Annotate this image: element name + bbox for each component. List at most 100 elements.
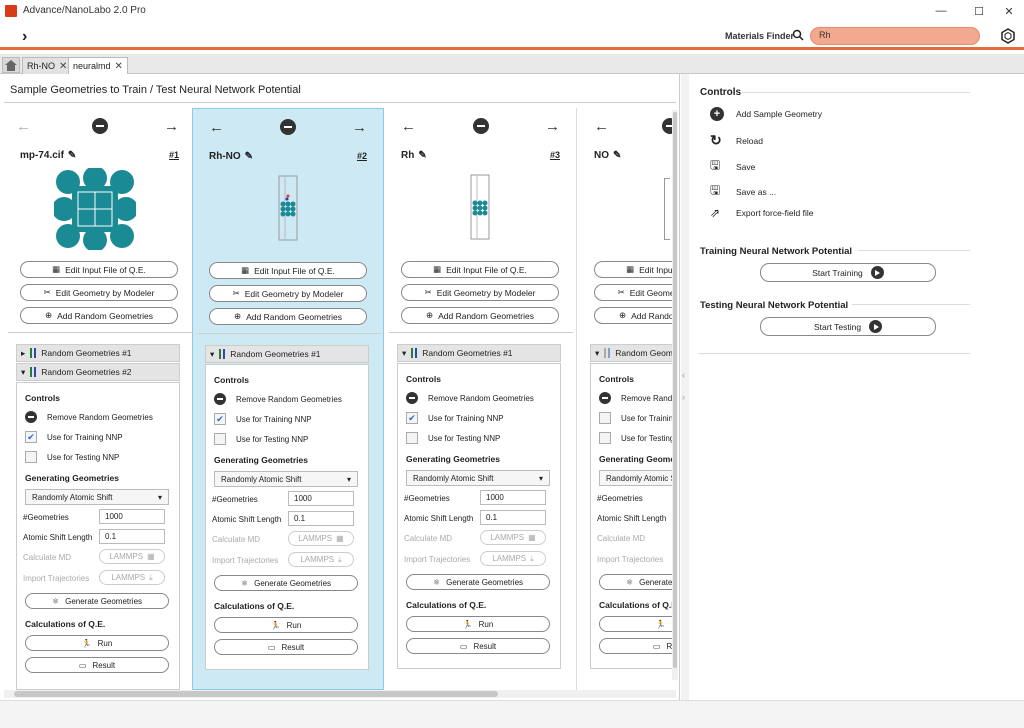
chevron-left-icon[interactable]: ‹: [682, 370, 685, 380]
move-left-arrow-icon[interactable]: ←: [401, 118, 416, 135]
result-button[interactable]: ▭Result: [406, 638, 550, 654]
edit-geometry-button[interactable]: ✂ Edit Geometry by Modeler: [209, 285, 367, 302]
lammps-calculate-button[interactable]: LAMMPS ▦: [99, 549, 165, 564]
checkbox-unchecked-icon[interactable]: [406, 432, 418, 444]
remove-geometry-icon[interactable]: [280, 119, 296, 135]
lammps-import-button[interactable]: LAMMPS ⤓: [288, 552, 354, 567]
remove-geometry-icon[interactable]: [472, 118, 489, 134]
shift-length-input[interactable]: 0.1: [480, 510, 546, 525]
panel-splitter[interactable]: ‹ ›: [681, 74, 689, 700]
edit-input-file-button[interactable]: ▦ Edit Input File of Q.E.: [594, 261, 672, 278]
n-geometries-input[interactable]: 1000: [288, 491, 354, 506]
generation-method-select[interactable]: Randomly Atomic Shift ▾: [25, 489, 169, 505]
generate-geometries-button[interactable]: ⚛ Generate Geometries: [214, 575, 358, 591]
random-geometries-1-header[interactable]: ▸ Random Geometries #1: [16, 344, 180, 362]
edit-geometry-button[interactable]: ✂ Edit Geometry by Modeler: [401, 284, 559, 301]
start-training-button[interactable]: Start Training: [760, 263, 936, 282]
random-geometries-1-header[interactable]: ▾ Random Geometries #1: [205, 345, 369, 363]
move-right-arrow-icon[interactable]: →: [545, 118, 560, 135]
lammps-calculate-button[interactable]: LAMMPS ▦: [288, 531, 354, 546]
shift-length-input[interactable]: 0.1: [99, 529, 165, 544]
edit-input-file-button[interactable]: ▦ Edit Input File of Q.E.: [209, 262, 367, 279]
remove-random-geometries-row[interactable]: Remove Random Geometries: [406, 392, 534, 404]
lammps-import-button[interactable]: LAMMPS ⤓: [99, 570, 165, 585]
use-training-checkbox[interactable]: ✔ Use for Training NNP: [406, 412, 504, 424]
generate-geometries-button[interactable]: ⚛ Generate Geometries: [406, 574, 550, 590]
chevron-right-icon[interactable]: ›: [682, 392, 685, 402]
remove-random-geometries-row[interactable]: Remove Random Geometries: [214, 393, 342, 405]
move-right-arrow-icon[interactable]: →: [164, 118, 179, 135]
checkbox-unchecked-icon[interactable]: [25, 451, 37, 463]
checkbox-checked-icon[interactable]: ✔: [406, 412, 418, 424]
sidebar-toggle-button[interactable]: ›: [22, 28, 27, 46]
save-as-item[interactable]: 🖫 Save as ...: [710, 181, 776, 202]
edit-input-file-button[interactable]: ▦ Edit Input File of Q.E.: [401, 261, 559, 278]
geometry-number[interactable]: #1: [169, 150, 179, 160]
edit-icon[interactable]: ✎: [418, 150, 426, 161]
use-training-checkbox[interactable]: ✔ Use for Training NNP: [214, 413, 312, 425]
export-force-field-item[interactable]: ⇗ Export force-field file: [710, 206, 813, 220]
generate-geometries-button[interactable]: ⚛ Generate Geometries: [25, 593, 169, 609]
checkbox-unchecked-icon[interactable]: [599, 412, 611, 424]
run-button[interactable]: 🏃Run: [25, 635, 169, 651]
checkbox-unchecked-icon[interactable]: [599, 432, 611, 444]
n-geometries-input[interactable]: 1000: [99, 509, 165, 524]
result-button[interactable]: ▭Result: [214, 639, 358, 655]
remove-random-geometries-row[interactable]: Remove Random Geometries: [599, 392, 672, 404]
use-training-checkbox[interactable]: ✔ Use for Training NNP: [25, 431, 123, 443]
geometry-number[interactable]: #3: [550, 150, 560, 160]
tab-rh-no[interactable]: Rh-NO ✕: [22, 57, 73, 74]
use-training-checkbox[interactable]: Use for Training NNP: [599, 412, 672, 424]
use-testing-checkbox[interactable]: Use for Testing NNP: [406, 432, 500, 444]
move-left-arrow-icon[interactable]: ←: [16, 118, 31, 135]
result-button[interactable]: ▭Result: [25, 657, 169, 673]
random-geometries-1-header[interactable]: ▾ Random Geometries #1: [397, 344, 561, 362]
materials-search-input[interactable]: Rh: [810, 27, 980, 45]
move-right-arrow-icon[interactable]: →: [352, 119, 367, 136]
random-geometries-1-header[interactable]: ▾ Random Geometries #1: [590, 344, 672, 362]
use-testing-checkbox[interactable]: Use for Testing NNP: [25, 451, 119, 463]
add-random-geometries-button[interactable]: ⊕ Add Random Geometries: [401, 307, 559, 324]
run-button[interactable]: 🏃Run: [599, 616, 672, 632]
edit-icon[interactable]: ✎: [245, 151, 253, 162]
minimize-button[interactable]: —: [926, 2, 956, 20]
run-button[interactable]: 🏃Run: [214, 617, 358, 633]
checkbox-checked-icon[interactable]: ✔: [214, 413, 226, 425]
shift-length-input[interactable]: 0.1: [288, 511, 354, 526]
close-button[interactable]: ✕: [994, 2, 1024, 20]
save-item[interactable]: 🖫 Save: [710, 156, 755, 177]
generation-method-select[interactable]: Randomly Atomic Shift ▾: [406, 470, 550, 486]
maximize-button[interactable]: ☐: [964, 2, 994, 20]
use-testing-checkbox[interactable]: Use for Testing NNP: [599, 432, 672, 444]
checkbox-checked-icon[interactable]: ✔: [25, 431, 37, 443]
move-left-arrow-icon[interactable]: ←: [594, 118, 609, 135]
lammps-import-button[interactable]: LAMMPS ⤓: [480, 551, 546, 566]
remove-geometry-icon[interactable]: [91, 118, 108, 134]
edit-icon[interactable]: ✎: [68, 150, 76, 161]
add-sample-geometry-item[interactable]: + Add Sample Geometry: [710, 107, 822, 121]
start-testing-button[interactable]: Start Testing: [760, 317, 936, 336]
vertical-scroll-thumb[interactable]: [673, 112, 677, 668]
lammps-calculate-button[interactable]: LAMMPS ▦: [480, 530, 546, 545]
reload-item[interactable]: ↻ Reload: [710, 132, 763, 149]
remove-geometry-icon[interactable]: [662, 118, 672, 134]
search-icon[interactable]: [792, 29, 804, 41]
generation-method-select[interactable]: Randomly Atomic Shift: [599, 470, 672, 486]
generate-geometries-button[interactable]: ⚛ Generate Geometries: [599, 574, 672, 590]
result-button[interactable]: ▭Result: [599, 638, 672, 654]
generation-method-select[interactable]: Randomly Atomic Shift ▾: [214, 471, 358, 487]
close-tab-icon[interactable]: ✕: [115, 61, 123, 72]
add-random-geometries-button[interactable]: ⊕ Add Random Geometries: [20, 307, 178, 324]
horizontal-scroll-thumb[interactable]: [14, 691, 498, 697]
close-tab-icon[interactable]: ✕: [59, 61, 67, 72]
hexagon-settings-icon[interactable]: [1000, 28, 1016, 44]
remove-random-geometries-row[interactable]: Remove Random Geometries: [25, 411, 153, 423]
run-button[interactable]: 🏃Run: [406, 616, 550, 632]
add-random-geometries-button[interactable]: ⊕ Add Random Geometries: [209, 308, 367, 325]
tab-neuralmd[interactable]: neuralmd ✕: [68, 57, 128, 74]
geometry-column-2[interactable]: ← → Rh-NO ✎ #2 ▦ Edit Input File of Q.E. ✂…: [192, 108, 384, 690]
random-geometries-2-header[interactable]: ▾ Random Geometries #2: [16, 363, 180, 381]
use-testing-checkbox[interactable]: Use for Testing NNP: [214, 433, 308, 445]
edit-geometry-button[interactable]: ✂ Edit Geometry by Modeler: [594, 284, 672, 301]
edit-icon[interactable]: ✎: [613, 150, 621, 161]
